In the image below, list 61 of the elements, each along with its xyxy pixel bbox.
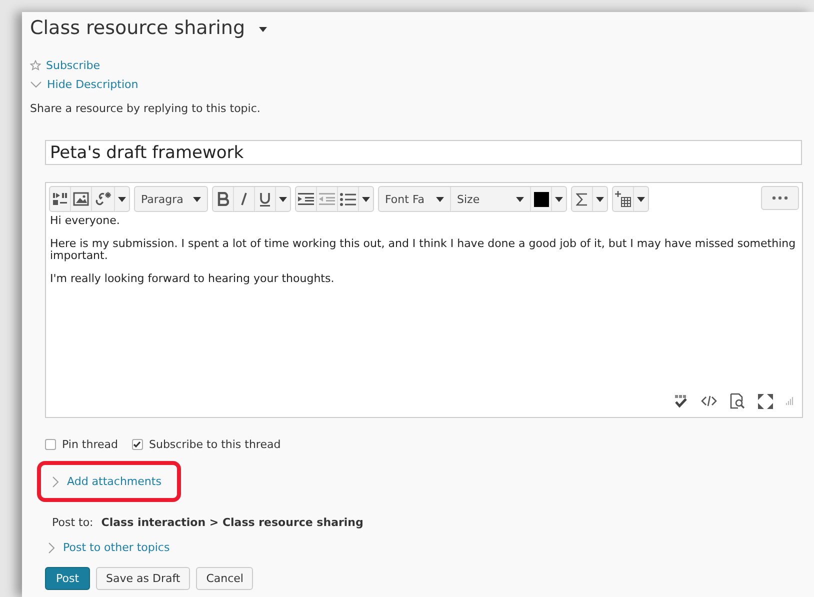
media-icon xyxy=(52,192,68,206)
paragraph: Hi everyone. xyxy=(50,215,121,227)
outdent-icon xyxy=(319,193,335,205)
chevron-down-icon xyxy=(30,80,42,88)
action-button[interactable]: Save as Draft xyxy=(96,567,190,590)
add-attachments-link[interactable]: Add attachments xyxy=(67,475,162,488)
caret-icon xyxy=(118,196,126,202)
checkbox-label: Pin thread xyxy=(62,438,118,451)
post-to-label: Post to: xyxy=(52,516,94,529)
link[interactable]: Subscribe xyxy=(46,59,100,72)
text-editor[interactable] xyxy=(45,182,803,418)
preview-icon[interactable] xyxy=(730,393,745,409)
paragraph: Here is my submission. I spent a lot of time working this out, and I think I have done a good job of it, but I may have missed something important. xyxy=(50,238,797,262)
caret-icon xyxy=(436,196,444,202)
star-icon xyxy=(30,60,41,71)
caret-icon xyxy=(516,196,524,202)
post-button[interactable]: Post xyxy=(45,567,90,590)
link[interactable]: Hide Description xyxy=(47,78,138,91)
image-button[interactable] xyxy=(71,187,92,211)
checkbox[interactable] xyxy=(132,439,143,450)
dropdown[interactable]: Paragra xyxy=(135,187,207,211)
chevron-right-icon xyxy=(52,476,59,488)
indent-icon xyxy=(298,193,314,205)
spellcheck-icon[interactable] xyxy=(674,394,688,408)
other-topics-link[interactable]: Post to other topics xyxy=(63,541,170,554)
underline-icon xyxy=(259,192,271,206)
more-button[interactable] xyxy=(761,186,799,210)
image-icon xyxy=(73,192,89,206)
link-icon xyxy=(94,191,112,207)
post-to-path: Class interaction > Class resource sharing xyxy=(101,516,364,529)
caret-icon xyxy=(596,196,604,202)
bullet-list-icon xyxy=(340,192,356,206)
caret-icon xyxy=(193,196,201,202)
more-icon xyxy=(772,196,788,200)
caret-icon xyxy=(637,196,645,202)
checkbox-label: Subscribe to this thread xyxy=(148,438,281,451)
chevron-right-icon xyxy=(48,542,55,554)
caret-icon xyxy=(362,196,370,202)
paragraph: I'm really looking forward to hearing your thoughts. xyxy=(50,273,336,285)
list-button[interactable] xyxy=(338,187,359,211)
fullscreen-icon[interactable] xyxy=(758,394,773,408)
action-button[interactable]: Cancel xyxy=(196,567,254,590)
sigma-icon xyxy=(576,192,588,206)
topic-title: Class resource sharing xyxy=(30,17,246,39)
bold-icon xyxy=(217,192,229,206)
dropdown[interactable]: Size xyxy=(451,187,531,211)
table-button[interactable] xyxy=(613,187,634,211)
code-icon[interactable] xyxy=(701,395,717,407)
media-button[interactable] xyxy=(50,187,71,211)
description: Share a resource by replying to this topic. xyxy=(30,102,262,115)
dropdown[interactable]: Font Fa xyxy=(379,187,451,211)
caret-icon[interactable] xyxy=(259,26,268,32)
subject-field[interactable]: Peta's draft framework xyxy=(45,140,802,165)
resize-handle[interactable] xyxy=(786,397,794,405)
checkbox[interactable] xyxy=(45,439,56,450)
font-color-button[interactable] xyxy=(531,187,552,211)
italic-icon xyxy=(239,192,249,206)
indent-button[interactable] xyxy=(296,187,317,211)
caret-icon xyxy=(555,196,563,202)
table-icon xyxy=(615,191,631,207)
caret-icon xyxy=(279,196,287,202)
